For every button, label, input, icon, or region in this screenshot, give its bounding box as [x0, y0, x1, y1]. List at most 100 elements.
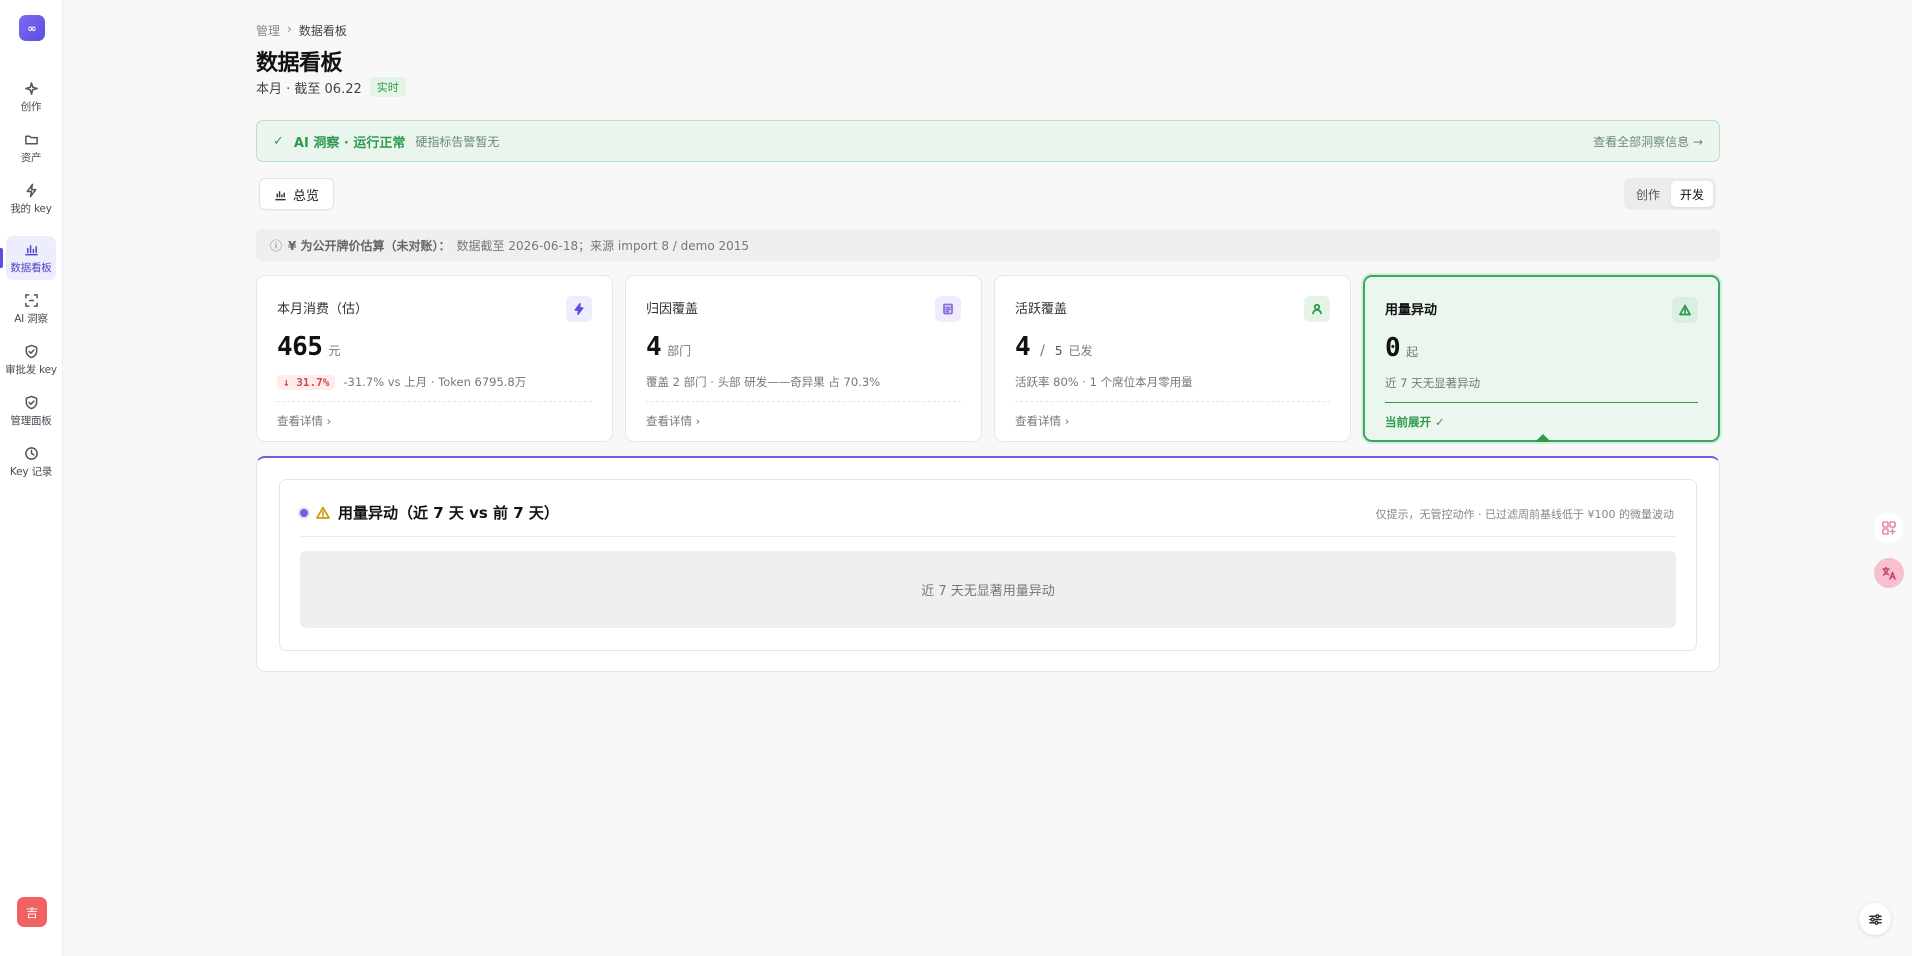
change-value: 31.7% — [296, 375, 330, 389]
settings-sliders-button[interactable] — [1859, 903, 1891, 935]
pricing-notice: ⓘ ¥ 为公开牌价估算（未对账）： 数据截至 2026-06-18；来源 imp… — [256, 229, 1720, 261]
segment-create[interactable]: 创作 — [1627, 181, 1669, 207]
card-monthly-spend[interactable]: 本月消费（估） 465 元 ↓ 31.7% -31.7% vs 上月 · Tok… — [256, 275, 613, 442]
card-meta-text: -31.7% vs 上月 · Token 6795.8万 — [343, 375, 527, 389]
card-value-unit: 起 — [1406, 345, 1419, 359]
card-meta: ↓ 31.7% -31.7% vs 上月 · Token 6795.8万 — [277, 374, 526, 390]
card-value-number: 465 — [277, 332, 323, 362]
lightning-icon — [26, 183, 36, 197]
sidebar-item-label: 数据看板 — [10, 261, 52, 274]
sidebar: ∞ 创作 资产 我的 key 数据看板 AI 洞察 审批发 key 管理面板 K… — [0, 0, 63, 956]
card-attribution-coverage[interactable]: 归因覆盖 4 部门 覆盖 2 部门 · 头部 研发——奇异果 占 70.3% 查… — [625, 275, 982, 442]
card-detail-link[interactable]: 查看详情 › — [277, 413, 331, 429]
sidebar-item-approve-key[interactable]: 审批发 key — [5, 338, 57, 382]
page-subtitle: 本月 · 截至 06.22 实时 — [256, 77, 406, 97]
chart-icon — [24, 244, 38, 255]
floating-translate-button[interactable] — [1874, 558, 1904, 588]
warning-icon — [316, 506, 330, 519]
panel-title: 用量异动（近 7 天 vs 前 7 天） — [338, 504, 559, 522]
card-divider — [1015, 401, 1330, 402]
card-meta: 近 7 天无显著异动 — [1385, 375, 1480, 391]
floating-grid-button[interactable] — [1874, 513, 1904, 543]
panel-header: 用量异动（近 7 天 vs 前 7 天） — [300, 502, 559, 523]
overview-button[interactable]: 总览 — [259, 178, 335, 210]
card-divider — [277, 401, 592, 402]
sidebar-item-key-records[interactable]: Key 记录 — [6, 440, 56, 484]
shield-check-icon — [25, 395, 37, 409]
change-badge: ↓ 31.7% — [277, 374, 336, 390]
card-meta: 覆盖 2 部门 · 头部 研发——奇异果 占 70.3% — [646, 374, 880, 390]
card-divider — [1385, 402, 1698, 403]
breadcrumb: 管理 › 数据看板 — [256, 22, 347, 39]
scan-icon — [24, 293, 38, 307]
card-icon — [1304, 296, 1330, 322]
card-value: 4 部门 — [646, 332, 691, 362]
user-icon — [1312, 303, 1322, 315]
card-value: 0 起 — [1385, 333, 1418, 363]
card-value-number: 4 — [646, 332, 662, 362]
sidebar-item-assets[interactable]: 资产 — [6, 126, 56, 170]
avatar[interactable]: 吉 — [17, 897, 47, 927]
breadcrumb-parent[interactable]: 管理 — [256, 22, 280, 39]
card-meta-text: 活跃率 80% · 1 个席位本月零用量 — [1015, 375, 1193, 389]
card-title: 归因覆盖 — [646, 302, 699, 317]
panel-divider — [300, 536, 1676, 537]
card-title: 本月消费（估） — [277, 302, 369, 317]
sidebar-item-label: 创作 — [20, 100, 42, 113]
card-value-separator: / — [1040, 343, 1045, 359]
banner-desc: 硬指标告警暂无 — [415, 134, 500, 149]
app-logo[interactable]: ∞ — [19, 15, 45, 41]
notice-text: 数据截至 2026-06-18；来源 import 8 / demo 2015 — [456, 238, 750, 253]
card-value-number: 0 — [1385, 333, 1401, 363]
notice-strong: ¥ 为公开牌价估算（未对账）： — [288, 238, 451, 253]
shield-icon — [25, 344, 37, 358]
card-meta: 活跃率 80% · 1 个席位本月零用量 — [1015, 374, 1193, 390]
live-badge: 实时 — [369, 77, 406, 97]
card-title: 活跃覆盖 — [1015, 302, 1068, 317]
sidebar-item-dashboard[interactable]: 数据看板 — [0, 236, 56, 280]
bar-chart-icon — [275, 190, 286, 200]
segment-develop[interactable]: 开发 — [1671, 181, 1714, 207]
clock-icon — [24, 446, 38, 460]
info-icon: ⓘ — [270, 238, 283, 253]
empty-state: 近 7 天无显著用量异动 — [300, 551, 1676, 628]
card-icon — [1672, 297, 1698, 323]
anomaly-detail-inner: 用量异动（近 7 天 vs 前 7 天） 仅提示，无管控动作 · 已过滤周前基线… — [279, 479, 1697, 651]
ai-status-banner: ✓ AI 洞察 · 运行正常 硬指标告警暂无 查看全部洞察信息 → — [256, 120, 1720, 162]
card-icon — [935, 296, 961, 322]
card-value-unit: 元 — [328, 344, 341, 358]
card-meta-text: 覆盖 2 部门 · 头部 研发——奇异果 占 70.3% — [646, 375, 881, 389]
warning-icon — [1679, 304, 1691, 316]
card-value-unit: 部门 — [667, 344, 692, 358]
expand-pointer — [1535, 434, 1551, 442]
breadcrumb-separator: › — [287, 22, 292, 36]
check-icon: ✓ — [273, 133, 284, 149]
card-usage-anomaly[interactable]: 用量异动 0 起 近 7 天无显著异动 当前展开 ✓ — [1363, 275, 1720, 442]
anomaly-detail-panel: 用量异动（近 7 天 vs 前 7 天） 仅提示，无管控动作 · 已过滤周前基线… — [256, 456, 1720, 672]
card-active-coverage[interactable]: 活跃覆盖 4 / 5 已发 活跃率 80% · 1 个席位本月零用量 查看详情 … — [994, 275, 1351, 442]
card-icon — [566, 296, 592, 322]
card-value: 4 / 5 已发 — [1015, 332, 1093, 362]
view-all-insights-link[interactable]: 查看全部洞察信息 → — [1593, 133, 1703, 150]
sidebar-item-ai-insight[interactable]: AI 洞察 — [6, 287, 56, 331]
grid-icon — [1882, 521, 1896, 535]
translate-icon — [1882, 566, 1896, 580]
sidebar-item-create[interactable]: 创作 — [6, 75, 56, 119]
card-meta-text: 近 7 天无显著异动 — [1385, 376, 1481, 390]
status-dot — [300, 508, 308, 517]
sidebar-item-my-key[interactable]: 我的 key — [6, 177, 56, 221]
folder-icon — [24, 134, 38, 144]
card-value: 465 元 — [277, 332, 340, 362]
sidebar-item-label: 审批发 key — [5, 363, 57, 376]
sidebar-item-label: 资产 — [20, 151, 42, 164]
arrow-down-icon: ↓ — [283, 375, 290, 389]
lightning-icon — [574, 303, 584, 315]
card-detail-link[interactable]: 查看详情 › — [1015, 413, 1069, 429]
breadcrumb-current: 数据看板 — [298, 24, 347, 38]
sidebar-item-admin-panel[interactable]: 管理面板 — [6, 389, 56, 433]
card-detail-link[interactable]: 查看详情 › — [646, 413, 700, 429]
card-value-unit: 已发 — [1068, 344, 1093, 358]
card-expanded-indicator[interactable]: 当前展开 ✓ — [1385, 414, 1445, 430]
card-title: 用量异动 — [1385, 303, 1438, 318]
card-value-number: 4 — [1015, 332, 1031, 362]
